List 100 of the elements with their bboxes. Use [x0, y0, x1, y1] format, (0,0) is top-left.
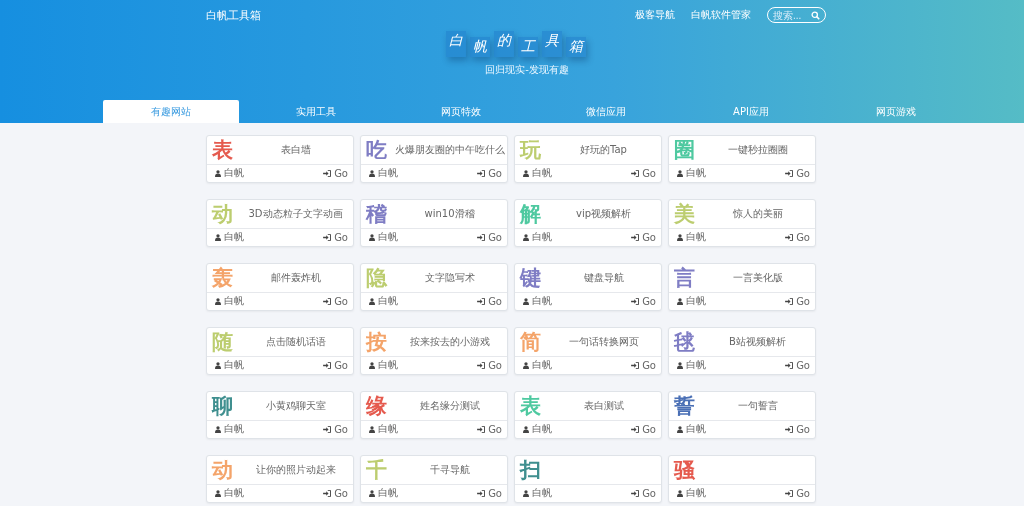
user-icon — [215, 361, 221, 369]
go-link[interactable]: Go — [323, 423, 348, 435]
user-icon — [523, 361, 529, 369]
go-link[interactable]: Go — [785, 423, 810, 435]
go-link[interactable]: Go — [477, 487, 502, 499]
go-link[interactable]: Go — [785, 295, 810, 307]
author-name: 白帆 — [532, 486, 552, 500]
tool-card[interactable]: 玩 好玩的Tap 白帆 Go — [514, 135, 662, 183]
go-link[interactable]: Go — [631, 231, 656, 243]
tool-card[interactable]: 骚 白帆 Go — [668, 455, 816, 503]
author-name: 白帆 — [686, 422, 706, 436]
tool-card[interactable]: 言 一言美化版 白帆 Go — [668, 263, 816, 311]
user-icon — [369, 169, 375, 177]
go-link[interactable]: Go — [631, 167, 656, 179]
author-name: 白帆 — [532, 294, 552, 308]
go-link[interactable]: Go — [785, 167, 810, 179]
author-name: 白帆 — [378, 486, 398, 500]
author-name: 白帆 — [224, 230, 244, 244]
tool-card[interactable]: 简 一句话转换网页 白帆 Go — [514, 327, 662, 375]
go-link[interactable]: Go — [477, 231, 502, 243]
go-link[interactable]: Go — [323, 295, 348, 307]
user-icon — [215, 425, 221, 433]
title-character: 具 — [542, 31, 562, 57]
author-name: 白帆 — [532, 422, 552, 436]
tool-card[interactable]: 轰 邮件轰炸机 白帆 Go — [206, 263, 354, 311]
go-link[interactable]: Go — [323, 359, 348, 371]
card-character: 聊 — [212, 395, 234, 417]
go-link[interactable]: Go — [785, 231, 810, 243]
go-link[interactable]: Go — [323, 487, 348, 499]
go-link[interactable]: Go — [477, 423, 502, 435]
tool-card[interactable]: 稽 win10滑稽 白帆 Go — [360, 199, 508, 247]
card-character: 誓 — [674, 395, 696, 417]
tool-card[interactable]: 誓 一句誓言 白帆 Go — [668, 391, 816, 439]
title-character: 工 — [518, 37, 538, 57]
sign-in-icon — [631, 489, 640, 497]
category-tab[interactable]: 实用工具 — [248, 100, 384, 123]
card-character: 稽 — [366, 203, 388, 225]
sign-in-icon — [323, 489, 332, 497]
author-name: 白帆 — [224, 166, 244, 180]
author-name: 白帆 — [686, 294, 706, 308]
sign-in-icon — [631, 361, 640, 369]
tool-card[interactable]: 美 惊人的美丽 白帆 Go — [668, 199, 816, 247]
user-icon — [215, 233, 221, 241]
card-character: 毬 — [674, 331, 696, 353]
card-title: 好玩的Tap — [579, 143, 628, 157]
site-logo-text[interactable]: 白帆工具箱 — [206, 7, 261, 23]
card-character: 言 — [674, 267, 696, 289]
author-name: 白帆 — [686, 358, 706, 372]
card-character: 解 — [520, 203, 542, 225]
tool-card[interactable]: 缘 姓名缘分测试 白帆 Go — [360, 391, 508, 439]
sign-in-icon — [323, 233, 332, 241]
tool-card[interactable]: 扫 白帆 Go — [514, 455, 662, 503]
user-icon — [677, 425, 683, 433]
card-title: 一句话转换网页 — [567, 335, 640, 349]
go-link[interactable]: Go — [477, 295, 502, 307]
go-link[interactable]: Go — [323, 231, 348, 243]
author-name: 白帆 — [532, 230, 552, 244]
card-title: 一键秒拉圈圈 — [726, 143, 789, 157]
tool-card[interactable]: 吃 火爆朋友圈的中午吃什么 白帆 Go — [360, 135, 508, 183]
card-title: 点击随机话语 — [264, 335, 327, 349]
tool-card[interactable]: 表 表白墙 白帆 Go — [206, 135, 354, 183]
tool-card[interactable]: 键 键盘导航 白帆 Go — [514, 263, 662, 311]
sign-in-icon — [785, 169, 794, 177]
card-title: win10滑稽 — [423, 207, 476, 221]
sign-in-icon — [785, 233, 794, 241]
tool-card[interactable]: 毬 B站视频解析 白帆 Go — [668, 327, 816, 375]
title-character: 白 — [446, 31, 466, 57]
tool-card[interactable]: 隐 文字隐写术 白帆 Go — [360, 263, 508, 311]
user-icon — [677, 233, 683, 241]
go-link[interactable]: Go — [785, 487, 810, 499]
card-character: 扫 — [520, 459, 542, 481]
sign-in-icon — [477, 297, 486, 305]
author-name: 白帆 — [378, 422, 398, 436]
go-link[interactable]: Go — [631, 487, 656, 499]
category-tab[interactable]: 有趣网站 — [103, 100, 239, 123]
go-link[interactable]: Go — [323, 167, 348, 179]
sign-in-icon — [323, 361, 332, 369]
tool-card[interactable]: 千 千寻导航 白帆 Go — [360, 455, 508, 503]
sign-in-icon — [785, 361, 794, 369]
card-title: 3D动态粒子文字动画 — [247, 207, 344, 221]
tool-card[interactable]: 表 表白测试 白帆 Go — [514, 391, 662, 439]
tool-card[interactable]: 随 点击随机话语 白帆 Go — [206, 327, 354, 375]
tool-card[interactable]: 动 3D动态粒子文字动画 白帆 Go — [206, 199, 354, 247]
tool-card[interactable]: 解 vip视频解析 白帆 Go — [514, 199, 662, 247]
go-link[interactable]: Go — [785, 359, 810, 371]
tool-card[interactable]: 动 让你的照片动起来 白帆 Go — [206, 455, 354, 503]
card-character: 表 — [212, 139, 234, 161]
user-icon — [523, 297, 529, 305]
go-link[interactable]: Go — [477, 359, 502, 371]
go-link[interactable]: Go — [631, 423, 656, 435]
card-character: 玩 — [520, 139, 542, 161]
go-link[interactable]: Go — [631, 295, 656, 307]
tool-card[interactable]: 按 按来按去的小游戏 白帆 Go — [360, 327, 508, 375]
tool-card[interactable]: 聊 小黄鸡聊天室 白帆 Go — [206, 391, 354, 439]
go-link[interactable]: Go — [631, 359, 656, 371]
title-character: 的 — [494, 31, 514, 57]
go-link[interactable]: Go — [477, 167, 502, 179]
tool-card[interactable]: 圈 一键秒拉圈圈 白帆 Go — [668, 135, 816, 183]
search-field[interactable]: 搜索... — [767, 7, 826, 23]
search-icon[interactable] — [811, 10, 820, 20]
